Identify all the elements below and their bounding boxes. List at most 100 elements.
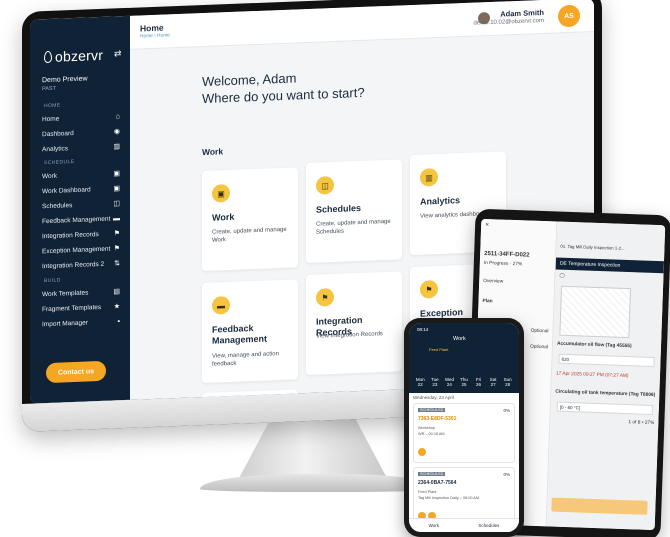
sidebar-item-feedback-management[interactable]: Feedback Management ▬ <box>42 213 120 226</box>
card-title: Feedback Management <box>212 323 268 346</box>
work-time: WR – 00:15 AM <box>418 432 445 436</box>
sidebar-item-label: Integration Records 2 <box>42 260 105 270</box>
sidebar-item-label: Work Dashboard <box>42 185 91 195</box>
import-icon: ▪ <box>117 317 120 325</box>
sidebar-item-label: Work Templates <box>42 288 89 298</box>
day-item-selected[interactable]: Wed 24 <box>444 377 454 387</box>
card-title: Analytics <box>420 195 461 207</box>
sidebar-item-fragment-templates[interactable]: Fragment Templates ★ <box>42 301 120 314</box>
day-item[interactable]: Fri 26 <box>474 377 484 387</box>
tab-schedules[interactable]: Schedules <box>478 523 499 528</box>
day-number: 26 <box>476 382 482 387</box>
welcome-heading: Welcome, Adam Where do you want to start… <box>202 67 365 107</box>
phone-tab-bar: Work Schedules <box>409 518 519 532</box>
day-number: 23 <box>432 382 438 387</box>
field-label: Circulating oil tank temperature (Tag T8… <box>555 389 656 399</box>
sidebar-item-import-manager[interactable]: Import Manager ▪ <box>42 316 120 329</box>
sidebar-item-work-dashboard[interactable]: Work Dashboard ▣ <box>42 183 120 196</box>
dashboard-icon: ◉ <box>113 128 120 136</box>
star-icon: ★ <box>113 303 120 311</box>
record-status: In Progress · 27% <box>483 260 523 268</box>
day-number: 27 <box>490 382 496 387</box>
sidebar-item-label: Integration Records <box>42 230 99 240</box>
record-id: 2511-34FF-D022 <box>484 251 530 259</box>
card-feedback-management[interactable]: ▬ Feedback Management View, manage and a… <box>202 279 298 384</box>
work-icon: ▣ <box>113 170 120 178</box>
contact-us-button[interactable]: Contact us <box>46 360 106 384</box>
day-number: 28 <box>505 382 511 387</box>
phone-header: 08:14 Work Feed Plant <box>409 323 519 371</box>
flag-icon: ⚑ <box>316 288 334 307</box>
monitor-stand <box>238 418 388 480</box>
work-card[interactable]: SCHEDULED 0% 7363-E8DF-5301 Workshop WR … <box>413 403 515 463</box>
flag-icon: ⚑ <box>113 245 120 253</box>
tab-overview[interactable]: Overview <box>483 279 550 286</box>
timestamp: 17 Apr 2025 09:27 PM (07:27 AM) <box>555 371 629 380</box>
card-title: Work <box>212 211 235 223</box>
date-label: Wednesday, 23 April <box>413 395 454 400</box>
section-title-work: Work <box>202 146 224 158</box>
brand-name: obzervr <box>55 46 104 65</box>
oil-temperature-input[interactable]: [0 - 60 °C] <box>556 401 653 415</box>
card-description: Create, update and manage Schedules <box>316 218 391 236</box>
sidebar-item-schedules[interactable]: Schedules ◫ <box>42 198 120 211</box>
section-build-label: BUILD <box>44 277 61 285</box>
progress-percent: 0% <box>503 408 510 413</box>
work-location: Feed Plant <box>418 490 437 494</box>
sidebar-item-label: Work <box>42 172 58 180</box>
card-work[interactable]: ▣ Work Create, update and manage Work <box>202 167 298 272</box>
day-item[interactable]: Tue 23 <box>430 377 440 387</box>
check-circle-icon[interactable]: ◯ <box>559 274 659 282</box>
sidebar-item-dashboard[interactable]: Dashboard ◉ <box>42 126 120 139</box>
sidebar-item-home[interactable]: Home ⌂ <box>42 111 120 124</box>
phone-screen: 08:14 Work Feed Plant Mon 22 Tue 23 Wed 24 … <box>409 323 519 532</box>
project-subtitle: PAST <box>42 85 56 93</box>
sidebar-item-work[interactable]: Work ▣ <box>42 168 120 181</box>
card-schedules[interactable]: ◫ Schedules Create, update and manage Sc… <box>306 159 402 264</box>
tab-work[interactable]: Work <box>429 523 439 528</box>
card-integration-records[interactable]: ⚑ Integration Records View Integration R… <box>306 271 402 376</box>
feedback-icon: ▬ <box>113 214 120 223</box>
work-dashboard-icon: ▣ <box>113 185 120 193</box>
project-name[interactable]: Demo Preview <box>42 75 88 84</box>
user-email: demo.10.02@obzervr.com <box>473 17 544 27</box>
card-description: View, manage and action feedback <box>212 351 279 368</box>
sidebar-item-analytics[interactable]: Analytics ▥ <box>42 141 120 154</box>
scene: obzervr ⇄ Demo Preview PAST HOME Home ⌂ D… <box>0 0 670 537</box>
phone-project[interactable]: Feed Plant <box>429 347 448 352</box>
phone-device: 08:14 Work Feed Plant Mon 22 Tue 23 Wed 24 … <box>404 318 524 537</box>
analytics-icon: ▥ <box>420 168 438 187</box>
sync-icon: ⇅ <box>114 260 120 268</box>
day-item[interactable]: Sun 28 <box>503 377 513 387</box>
plan-heading[interactable]: Plan <box>482 299 549 306</box>
sidebar-item-exception-management[interactable]: Exception Management ⚑ <box>42 243 120 256</box>
week-strip: Mon 22 Tue 23 Wed 24 Thu 25 Fri 26 Sat 27 Sun 2… <box>409 371 519 393</box>
day-item[interactable]: Sat 27 <box>488 377 498 387</box>
sidebar-item-label: Exception Management <box>42 245 111 255</box>
field-label: Accumulator oil flow (Tag 45555) <box>556 341 632 350</box>
form-section-bar: DE Temperature Inspection <box>555 257 665 274</box>
status-badge: SCHEDULED <box>418 408 446 412</box>
sidebar-item-label: Import Manager <box>42 318 88 328</box>
template-icon: ▤ <box>113 288 120 296</box>
menu-toggle-icon[interactable]: ⇄ <box>114 48 122 59</box>
work-time: Tag Mill Inspection Daily – 08:00 AM <box>418 496 479 500</box>
sidebar-item-integration-records-2[interactable]: Integration Records 2 ⇅ <box>42 258 120 271</box>
close-icon[interactable]: ✕ <box>485 223 552 230</box>
flag-icon: ⚑ <box>420 280 438 299</box>
work-location: Workshop <box>418 426 436 430</box>
sidebar-item-label: Home <box>42 115 60 123</box>
day-item[interactable]: Mon 22 <box>415 377 425 387</box>
day-item[interactable]: Thu 25 <box>459 377 469 387</box>
tablet-form-panel: 01. Tag Mill Daily Inspection 1-2... DE … <box>546 221 666 531</box>
sidebar: obzervr ⇄ Demo Preview PAST HOME Home ⌂ D… <box>30 15 130 404</box>
accumulator-flow-input[interactable]: 620 <box>558 353 655 368</box>
work-clipboard-icon: ▣ <box>212 184 230 203</box>
sidebar-item-label: Fragment Templates <box>42 303 102 313</box>
sidebar-item-integration-records[interactable]: Integration Records ⚑ <box>42 228 120 241</box>
submit-button[interactable] <box>551 497 648 515</box>
sidebar-item-work-templates[interactable]: Work Templates ▤ <box>42 286 120 299</box>
avatar[interactable]: AS <box>558 4 580 28</box>
breadcrumb[interactable]: Home › Home <box>140 33 170 39</box>
card-description: View Integration Records <box>316 331 383 340</box>
